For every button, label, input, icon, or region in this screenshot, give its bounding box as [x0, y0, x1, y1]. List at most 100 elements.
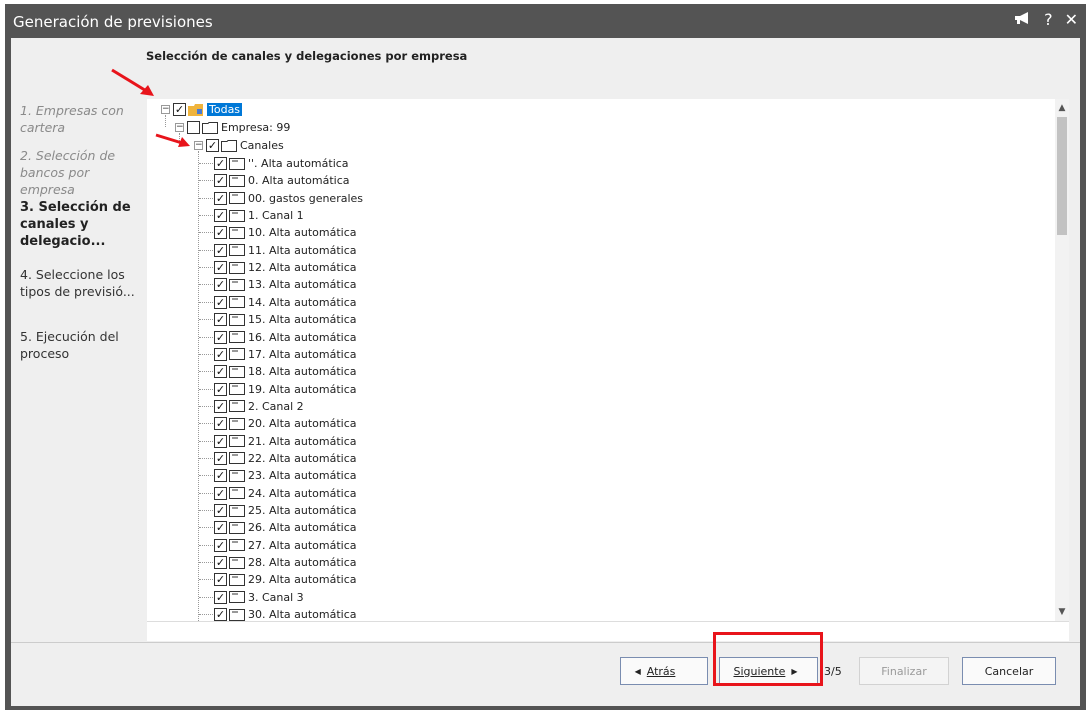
canal-checkbox[interactable]: ✓	[214, 486, 227, 500]
tree-node-canal[interactable]: ✓ 25. Alta automática	[214, 502, 357, 519]
canal-checkbox[interactable]: ✓	[214, 556, 227, 570]
step-2[interactable]: 2. Selección de bancos por empresa	[20, 147, 145, 198]
canal-label[interactable]: 1. Canal 1	[248, 209, 304, 222]
tree-node-canal[interactable]: ✓ 18. Alta automática	[214, 363, 357, 380]
canal-label[interactable]: 30. Alta automática	[248, 608, 357, 621]
canal-label[interactable]: 29. Alta automática	[248, 573, 357, 586]
canal-checkbox[interactable]: ✓	[214, 295, 227, 309]
canal-checkbox[interactable]: ✓	[214, 330, 227, 344]
canal-label[interactable]: 25. Alta automática	[248, 504, 357, 517]
canal-label[interactable]: 19. Alta automática	[248, 383, 357, 396]
canal-label[interactable]: 22. Alta automática	[248, 452, 357, 465]
step-1[interactable]: 1. Empresas con cartera	[20, 102, 145, 136]
tree-node-canal[interactable]: ✓ 13. Alta automática	[214, 276, 357, 293]
canal-label[interactable]: 10. Alta automática	[248, 226, 357, 239]
megaphone-icon[interactable]	[1014, 10, 1032, 29]
canal-checkbox[interactable]: ✓	[214, 590, 227, 604]
scroll-thumb[interactable]	[1057, 117, 1067, 235]
canales-checkbox[interactable]: ✓	[206, 139, 219, 152]
canal-checkbox[interactable]: ✓	[214, 313, 227, 327]
canal-label[interactable]: 23. Alta automática	[248, 469, 357, 482]
canal-label[interactable]: 2. Canal 2	[248, 400, 304, 413]
empresa-label[interactable]: Empresa: 99	[221, 121, 290, 134]
step-5[interactable]: 5. Ejecución del proceso	[20, 328, 145, 362]
canal-checkbox[interactable]: ✓	[214, 243, 227, 257]
canal-checkbox[interactable]: ✓	[214, 417, 227, 431]
tree-node-canal[interactable]: ✓ 11. Alta automática	[214, 242, 357, 259]
canal-checkbox[interactable]: ✓	[214, 261, 227, 275]
tree-node-canal[interactable]: ✓ ''. Alta automática	[214, 155, 349, 172]
tree-node-canal[interactable]: ✓ 23. Alta automática	[214, 467, 357, 484]
canal-checkbox[interactable]: ✓	[214, 573, 227, 587]
canal-label[interactable]: 24. Alta automática	[248, 487, 357, 500]
canal-label[interactable]: 28. Alta automática	[248, 556, 357, 569]
collapse-icon[interactable]: −	[161, 105, 170, 114]
collapse-icon[interactable]: −	[194, 141, 203, 150]
tree-node-canal[interactable]: ✓ 17. Alta automática	[214, 346, 357, 363]
canal-checkbox[interactable]: ✓	[214, 451, 227, 465]
canal-checkbox[interactable]: ✓	[214, 399, 227, 413]
canal-checkbox[interactable]: ✓	[214, 538, 227, 552]
scroll-up-icon[interactable]: ▲	[1055, 101, 1069, 115]
canal-label[interactable]: 14. Alta automática	[248, 296, 357, 309]
tree-node-canal[interactable]: ✓ 24. Alta automática	[214, 485, 357, 502]
tree-view[interactable]: − ✓ Todas − Empresa: 99 − ✓ Canales ✓ ''.…	[147, 99, 1069, 621]
tree-node-canal[interactable]: ✓ 14. Alta automática	[214, 294, 357, 311]
tree-node-canal[interactable]: ✓ 16. Alta automática	[214, 329, 357, 346]
close-icon[interactable]: ✕	[1065, 10, 1078, 29]
canal-label[interactable]: 11. Alta automática	[248, 244, 357, 257]
canal-checkbox[interactable]: ✓	[214, 278, 227, 292]
canal-checkbox[interactable]: ✓	[214, 226, 227, 240]
vertical-scrollbar[interactable]: ▲ ▼	[1055, 99, 1069, 621]
canal-checkbox[interactable]: ✓	[214, 347, 227, 361]
canal-label[interactable]: 3. Canal 3	[248, 591, 304, 604]
canal-label[interactable]: 15. Alta automática	[248, 313, 357, 326]
canal-label[interactable]: 21. Alta automática	[248, 435, 357, 448]
canal-checkbox[interactable]: ✓	[214, 521, 227, 535]
tree-node-canal[interactable]: ✓ 00. gastos generales	[214, 190, 363, 207]
tree-node-todas[interactable]: − ✓ Todas	[161, 101, 243, 118]
canal-label[interactable]: 16. Alta automática	[248, 331, 357, 344]
tree-node-canal[interactable]: ✓ 22. Alta automática	[214, 450, 357, 467]
canales-label[interactable]: Canales	[240, 139, 284, 152]
tree-node-canal[interactable]: ✓ 30. Alta automática	[214, 606, 357, 621]
canal-checkbox[interactable]: ✓	[214, 382, 227, 396]
canal-checkbox[interactable]: ✓	[214, 209, 227, 223]
tree-node-canal[interactable]: ✓ 19. Alta automática	[214, 381, 357, 398]
canal-label[interactable]: 20. Alta automática	[248, 417, 357, 430]
tree-node-canal[interactable]: ✓ 27. Alta automática	[214, 537, 357, 554]
tree-node-canal[interactable]: ✓ 10. Alta automática	[214, 224, 357, 241]
tree-node-canal[interactable]: ✓ 2. Canal 2	[214, 398, 304, 415]
tree-node-canal[interactable]: ✓ 15. Alta automática	[214, 311, 357, 328]
back-button[interactable]: ◀ Atrás	[620, 657, 708, 685]
tree-node-canales[interactable]: − ✓ Canales	[194, 137, 284, 154]
tree-node-canal[interactable]: ✓ 29. Alta automática	[214, 571, 357, 588]
canal-checkbox[interactable]: ✓	[214, 504, 227, 517]
canal-checkbox[interactable]: ✓	[214, 608, 227, 621]
canal-label[interactable]: ''. Alta automática	[248, 157, 349, 170]
tree-node-canal[interactable]: ✓ 12. Alta automática	[214, 259, 357, 276]
todas-checkbox[interactable]: ✓	[173, 103, 186, 116]
canal-label[interactable]: 12. Alta automática	[248, 261, 357, 274]
canal-label[interactable]: 0. Alta automática	[248, 174, 350, 187]
canal-label[interactable]: 26. Alta automática	[248, 521, 357, 534]
tree-node-canal[interactable]: ✓ 21. Alta automática	[214, 433, 357, 450]
canal-checkbox[interactable]: ✓	[214, 174, 227, 188]
canal-checkbox[interactable]: ✓	[214, 191, 227, 205]
canal-checkbox[interactable]: ✓	[214, 469, 227, 483]
tree-node-canal[interactable]: ✓ 1. Canal 1	[214, 207, 304, 224]
canal-label[interactable]: 27. Alta automática	[248, 539, 357, 552]
canal-label[interactable]: 18. Alta automática	[248, 365, 357, 378]
tree-node-canal[interactable]: ✓ 0. Alta automática	[214, 172, 350, 189]
step-4[interactable]: 4. Seleccione los tipos de previsió...	[20, 266, 145, 300]
canal-label[interactable]: 17. Alta automática	[248, 348, 357, 361]
help-icon[interactable]: ?	[1044, 10, 1053, 29]
tree-node-canal[interactable]: ✓ 26. Alta automática	[214, 519, 357, 536]
canal-checkbox[interactable]: ✓	[214, 365, 227, 379]
tree-node-canal[interactable]: ✓ 20. Alta automática	[214, 415, 357, 432]
tree-node-canal[interactable]: ✓ 3. Canal 3	[214, 589, 304, 606]
canal-label[interactable]: 00. gastos generales	[248, 192, 363, 205]
canal-checkbox[interactable]: ✓	[214, 434, 227, 448]
canal-label[interactable]: 13. Alta automática	[248, 278, 357, 291]
todas-label[interactable]: Todas	[207, 103, 243, 116]
